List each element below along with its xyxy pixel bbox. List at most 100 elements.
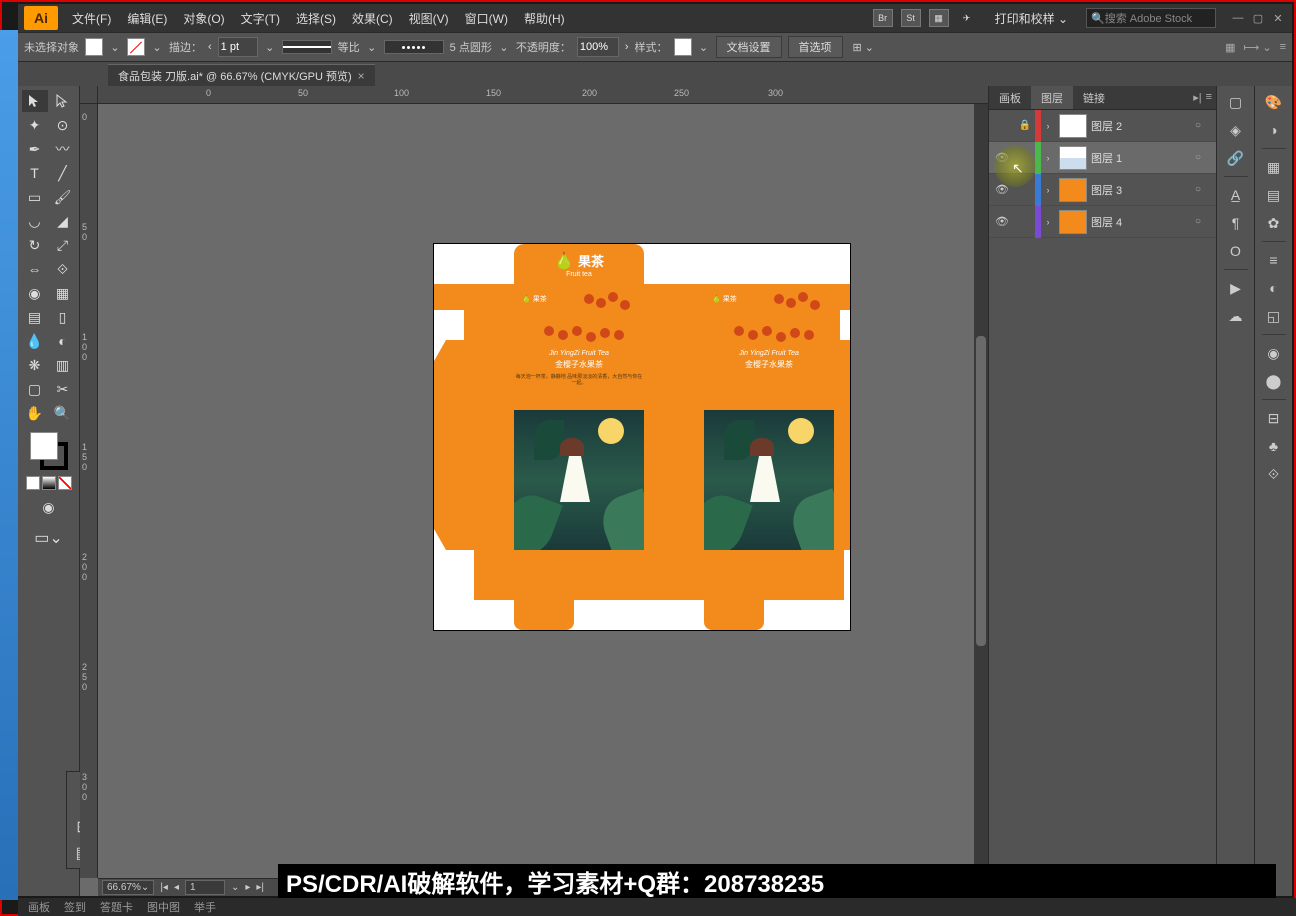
gpu-button[interactable]: ✈ bbox=[957, 9, 977, 27]
zoom-tool[interactable]: 🔍 bbox=[50, 402, 76, 424]
target-icon[interactable]: ○ bbox=[1188, 152, 1208, 163]
panel-menu-icon[interactable]: ≡ bbox=[1280, 41, 1286, 54]
panel-collapse-icon[interactable]: ▸| bbox=[1193, 91, 1201, 104]
color-mode-solid[interactable] bbox=[26, 476, 40, 490]
mesh-tool[interactable]: ▤ bbox=[22, 306, 48, 328]
swatches-icon[interactable]: ▦ bbox=[1260, 155, 1288, 179]
expand-icon[interactable]: › bbox=[1041, 217, 1055, 227]
menu-help[interactable]: 帮助(H) bbox=[516, 10, 573, 27]
direct-selection-tool[interactable] bbox=[50, 90, 76, 112]
tab-links[interactable]: 链接 bbox=[1073, 86, 1115, 109]
fill-stroke-control[interactable] bbox=[28, 430, 70, 472]
perspective-tool[interactable]: ▦ bbox=[50, 282, 76, 304]
transform-icon[interactable]: ⟐ bbox=[1260, 462, 1288, 486]
grid-icon[interactable]: ▦ bbox=[1225, 41, 1235, 54]
stroke-panel-icon[interactable]: ≡ bbox=[1260, 248, 1288, 272]
pathfinder-icon[interactable]: ♣ bbox=[1260, 434, 1288, 458]
rectangle-tool[interactable]: ▭ bbox=[22, 186, 48, 208]
menu-view[interactable]: 视图(V) bbox=[401, 10, 457, 27]
paintbrush-tool[interactable]: 🖌 bbox=[50, 186, 76, 208]
actions-icon[interactable]: ▶ bbox=[1222, 276, 1250, 300]
color-guide-icon[interactable]: ◑ bbox=[1260, 118, 1288, 142]
menu-object[interactable]: 对象(O) bbox=[175, 10, 232, 27]
rotate-tool[interactable]: ↻ bbox=[22, 234, 48, 256]
menu-file[interactable]: 文件(F) bbox=[64, 10, 119, 27]
free-transform-tool[interactable]: ⟐ bbox=[50, 258, 76, 280]
scale-tool[interactable]: ⤢ bbox=[50, 234, 76, 256]
arrange-button[interactable]: ▦ bbox=[929, 9, 949, 27]
layer-name[interactable]: 图层 1 bbox=[1091, 150, 1188, 166]
symbols-icon[interactable]: ✿ bbox=[1260, 211, 1288, 235]
visibility-toggle[interactable]: 👁 bbox=[989, 215, 1015, 228]
classroom-tab[interactable]: 画板 bbox=[28, 899, 50, 915]
blend-tool[interactable]: ◐ bbox=[50, 330, 76, 352]
align-to-button[interactable]: ⊞ ⌄ bbox=[853, 41, 875, 54]
stroke-stepper-down[interactable]: ‹ bbox=[208, 41, 212, 53]
ruler-horizontal[interactable]: 0 50 100 150 200 250 300 bbox=[98, 86, 988, 104]
stroke-dropdown[interactable]: ⌄ bbox=[151, 38, 163, 56]
slice-tool[interactable]: ✂ bbox=[50, 378, 76, 400]
fill-dropdown[interactable]: ⌄ bbox=[109, 38, 121, 56]
opacity-stepper[interactable]: › bbox=[625, 41, 629, 53]
ruler-origin[interactable] bbox=[80, 86, 98, 104]
minimize-button[interactable]: — bbox=[1230, 11, 1246, 25]
ruler-vertical[interactable]: 0 50 100 150 200 250 300 bbox=[80, 104, 98, 878]
zoom-level[interactable]: 66.67% ⌄ bbox=[102, 880, 154, 895]
tab-artboards[interactable]: 画板 bbox=[989, 86, 1031, 109]
menu-text[interactable]: 文字(T) bbox=[233, 10, 288, 27]
selection-tool[interactable] bbox=[22, 90, 48, 112]
color-icon[interactable]: 🎨 bbox=[1260, 90, 1288, 114]
shaper-tool[interactable]: ◡ bbox=[22, 210, 48, 232]
target-icon[interactable]: ○ bbox=[1188, 216, 1208, 227]
layer-row[interactable]: 👁 › 图层 4 ○ bbox=[989, 206, 1216, 238]
next-artboard-button[interactable]: ▸ bbox=[245, 882, 250, 893]
stock-button[interactable]: St bbox=[901, 9, 921, 27]
layer-name[interactable]: 图层 3 bbox=[1091, 182, 1188, 198]
menu-window[interactable]: 窗口(W) bbox=[457, 10, 516, 27]
line-tool[interactable]: ╱ bbox=[50, 162, 76, 184]
stroke-weight-dropdown[interactable]: ⌄ bbox=[264, 38, 276, 56]
symbol-sprayer-tool[interactable]: ❋ bbox=[22, 354, 48, 376]
prev-artboard-button[interactable]: ◂ bbox=[174, 882, 179, 893]
classroom-tab[interactable]: 签到 bbox=[64, 899, 86, 915]
expand-icon[interactable]: › bbox=[1041, 185, 1055, 195]
layer-name[interactable]: 图层 2 bbox=[1091, 118, 1188, 134]
stock-search[interactable]: 🔍 搜索 Adobe Stock bbox=[1086, 8, 1216, 28]
shape-builder-tool[interactable]: ◉ bbox=[22, 282, 48, 304]
prefs-button[interactable]: 首选项 bbox=[788, 36, 843, 58]
tab-layers[interactable]: 图层 bbox=[1031, 86, 1073, 109]
doc-setup-button[interactable]: 文档设置 bbox=[716, 36, 782, 58]
last-artboard-button[interactable]: ▸| bbox=[256, 882, 264, 893]
artboard-dropdown[interactable]: ⌄ bbox=[231, 882, 239, 893]
target-icon[interactable]: ○ bbox=[1188, 120, 1208, 131]
expand-icon[interactable]: › bbox=[1041, 153, 1055, 163]
scrollbar-vertical[interactable] bbox=[974, 104, 988, 878]
close-tab-icon[interactable]: × bbox=[358, 69, 365, 83]
stroke-profile[interactable] bbox=[282, 40, 332, 54]
links-icon[interactable]: 🔗 bbox=[1222, 146, 1250, 170]
bridge-button[interactable]: Br bbox=[873, 9, 893, 27]
expand-icon[interactable]: › bbox=[1041, 121, 1055, 131]
layer-row[interactable]: 👁 › 图层 1 ○ bbox=[989, 142, 1216, 174]
layer-row[interactable]: 👁 › 图层 3 ○ bbox=[989, 174, 1216, 206]
paragraph-icon[interactable]: ¶ bbox=[1222, 211, 1250, 235]
appearance-icon[interactable]: ◉ bbox=[1260, 341, 1288, 365]
workspace-selector[interactable]: 打印和校样 ⌄ bbox=[985, 10, 1078, 27]
artboards-icon[interactable]: ▢ bbox=[1222, 90, 1250, 114]
width-tool[interactable]: ⇔ bbox=[22, 258, 48, 280]
menu-select[interactable]: 选择(S) bbox=[288, 10, 344, 27]
brushes-icon[interactable]: ▤ bbox=[1260, 183, 1288, 207]
visibility-toggle[interactable]: 👁 bbox=[989, 183, 1015, 196]
target-icon[interactable]: ○ bbox=[1188, 184, 1208, 195]
fill-color[interactable] bbox=[30, 432, 58, 460]
layers-icon[interactable]: ◈ bbox=[1222, 118, 1250, 142]
layer-row[interactable]: 🔒 › 图层 2 ○ bbox=[989, 110, 1216, 142]
classroom-tab[interactable]: 举手 bbox=[194, 899, 216, 915]
document-tab[interactable]: 食品包装 刀版.ai* @ 66.67% (CMYK/GPU 预览) × bbox=[108, 64, 375, 86]
classroom-tab[interactable]: 图中图 bbox=[147, 899, 180, 915]
brush-preview[interactable] bbox=[384, 40, 444, 54]
hand-tool[interactable]: ✋ bbox=[22, 402, 48, 424]
menu-edit[interactable]: 编辑(E) bbox=[119, 10, 175, 27]
type-panel-icon[interactable]: A̲ bbox=[1222, 183, 1250, 207]
type-tool[interactable]: T bbox=[22, 162, 48, 184]
